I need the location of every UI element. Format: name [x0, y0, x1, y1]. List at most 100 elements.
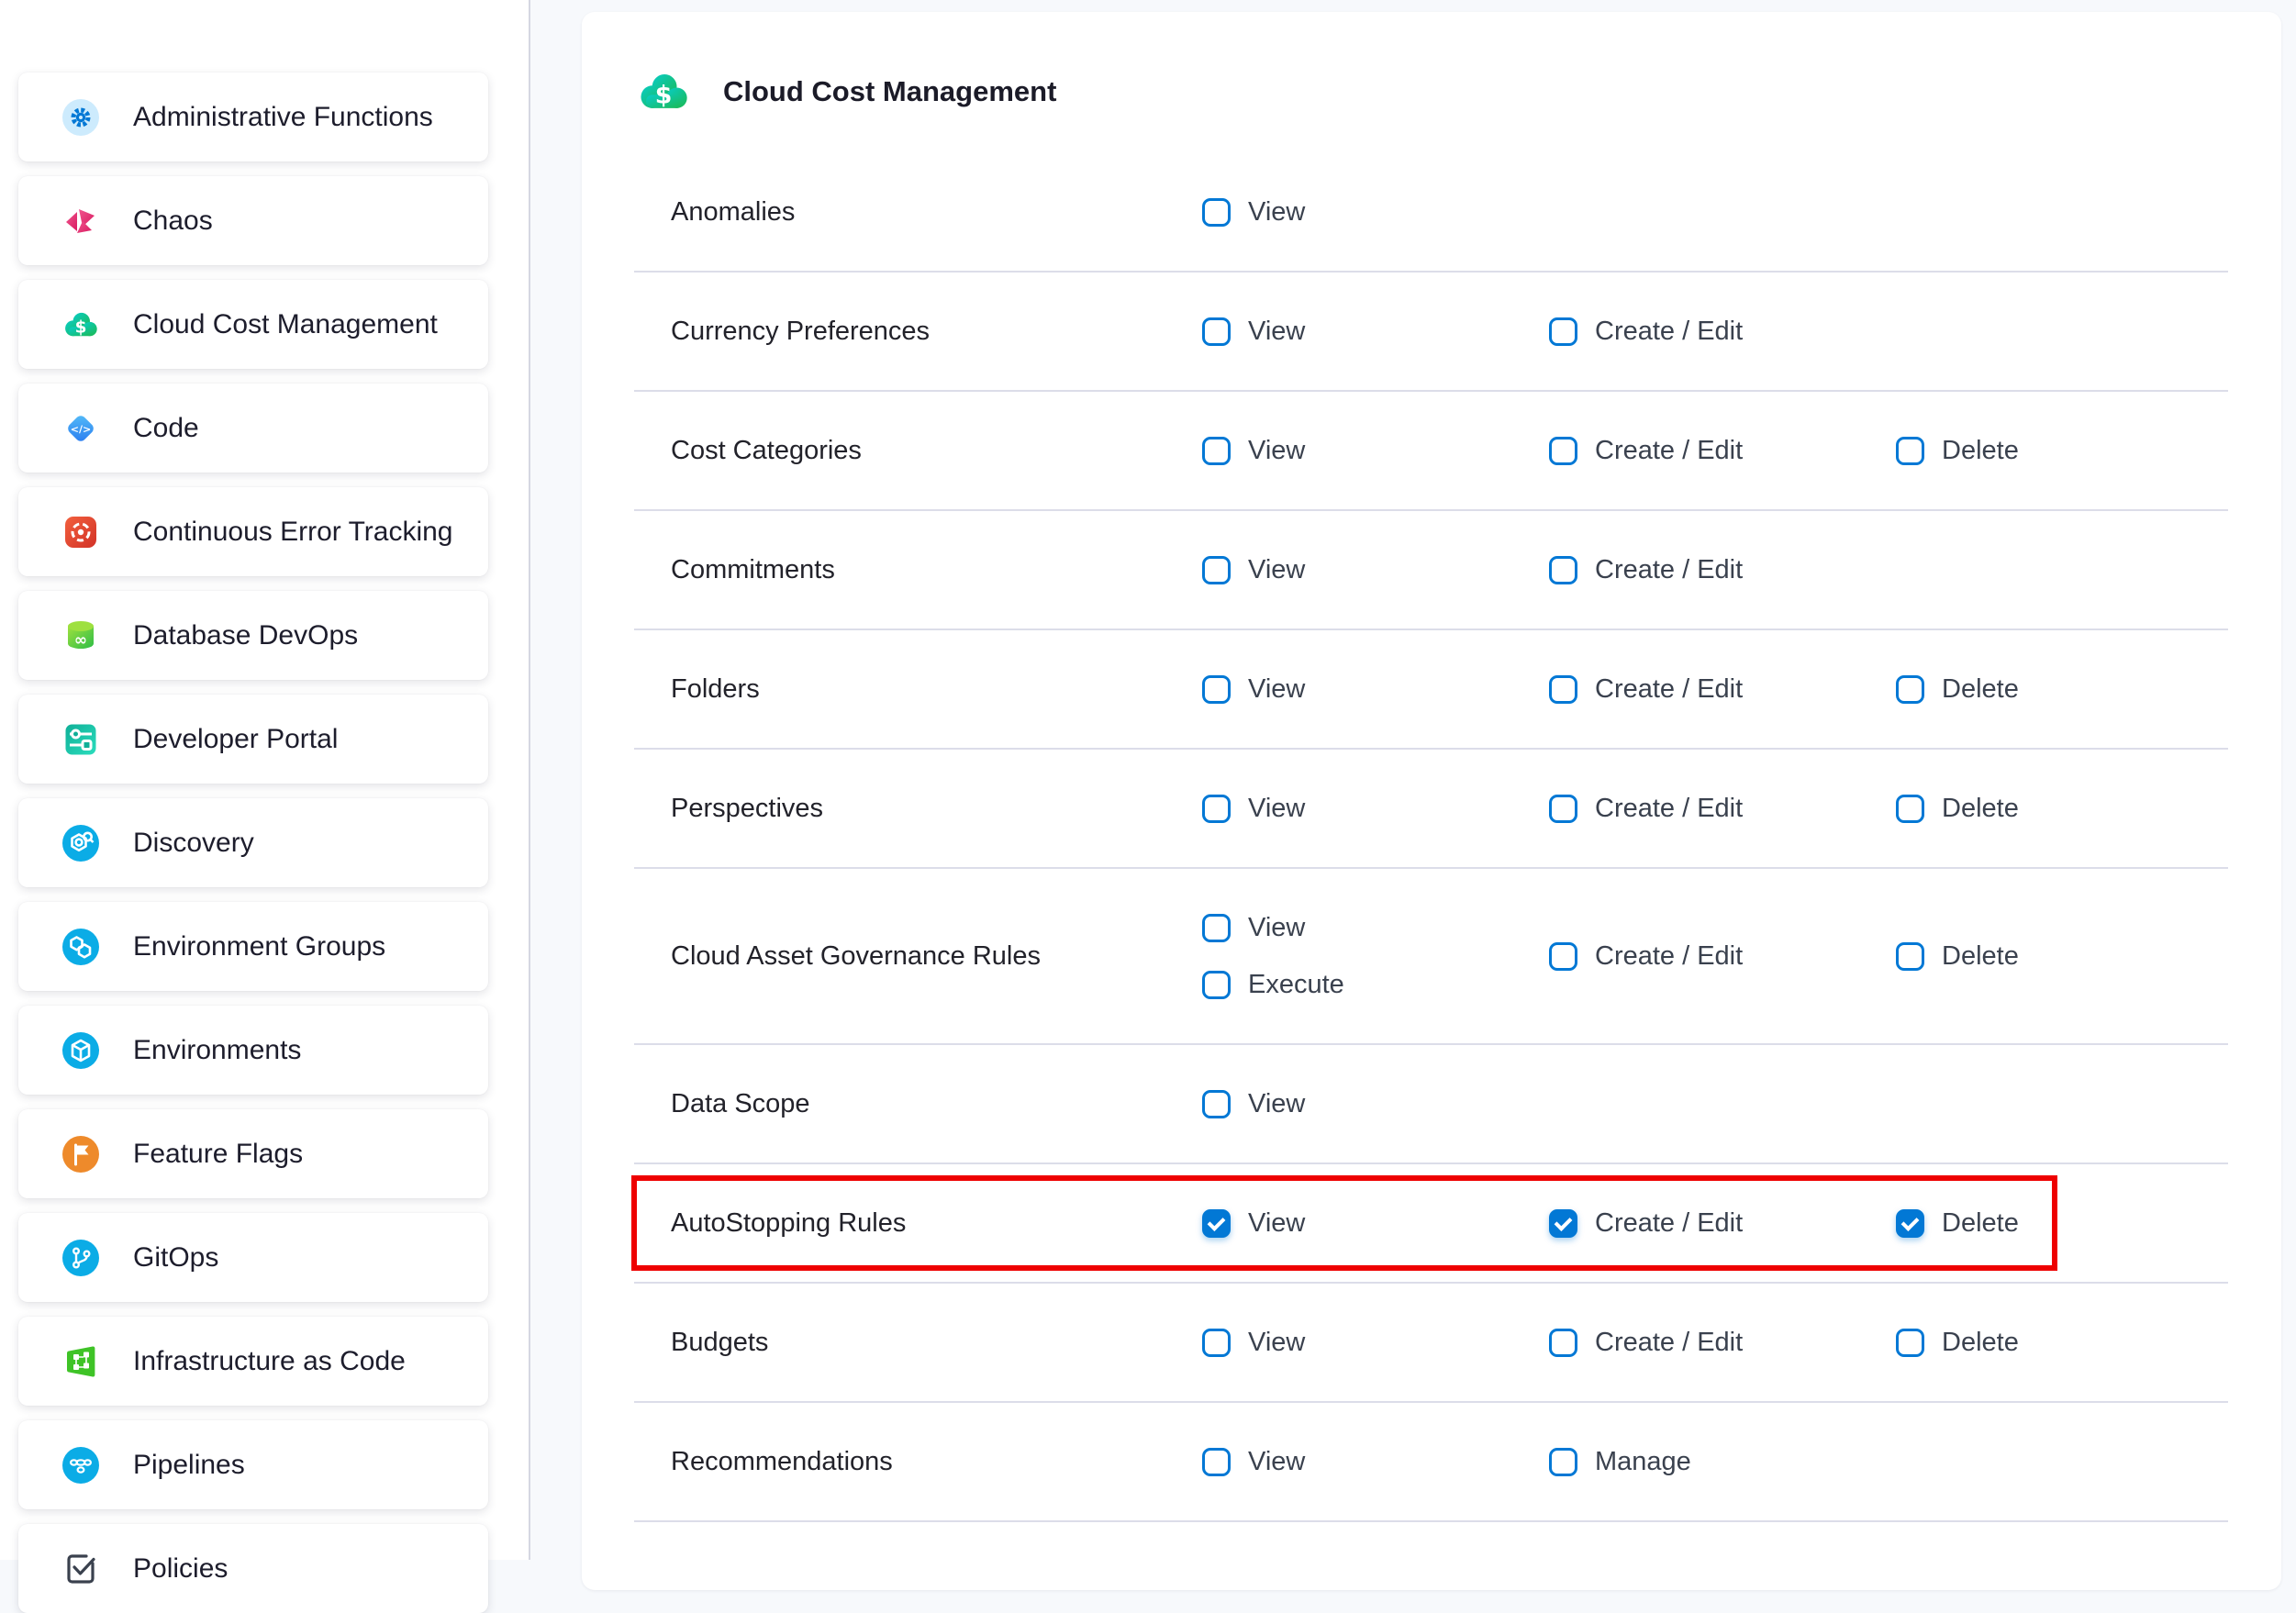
permission-label: View: [1248, 1447, 1305, 1477]
sidebar-item-label: Pipelines: [133, 1450, 245, 1481]
permission-item: Delete: [1896, 422, 2243, 479]
permission-item: Delete: [1896, 1314, 2243, 1371]
permission-column-2: Delete: [1896, 1314, 2243, 1371]
permission-label: Create / Edit: [1595, 317, 1743, 347]
checkbox-view[interactable]: [1202, 1448, 1231, 1476]
permission-column-2: Delete: [1896, 899, 2243, 1013]
sidebar-item-continuous-error-tracking[interactable]: Continuous Error Tracking: [18, 487, 488, 576]
sidebar-item-label: Cloud Cost Management: [133, 309, 438, 340]
checkbox-delete[interactable]: [1896, 1329, 1924, 1357]
checkbox-view-checked[interactable]: [1202, 1209, 1231, 1238]
checkbox-view[interactable]: [1202, 795, 1231, 823]
permission-label: Create / Edit: [1595, 674, 1743, 705]
permission-label: Create / Edit: [1595, 941, 1743, 972]
checkbox-view[interactable]: [1202, 556, 1231, 584]
sliders-icon: [62, 721, 99, 758]
circuit-flag-icon: [62, 1343, 99, 1380]
page-title: Cloud Cost Management: [723, 75, 1056, 108]
checkbox-delete-checked[interactable]: [1896, 1209, 1924, 1238]
permission-label: Create / Edit: [1595, 555, 1743, 585]
permission-item: Manage: [1549, 1433, 1896, 1490]
permission-column-2: Delete: [1896, 422, 2243, 479]
checkbox-view[interactable]: [1202, 437, 1231, 465]
permission-column-1: Create / Edit: [1549, 1195, 1896, 1251]
permission-item: Execute: [1202, 956, 1549, 1013]
permission-column-1: Create / Edit: [1549, 1314, 1896, 1371]
permission-item: Create / Edit: [1549, 780, 1896, 837]
permission-column-1: [1549, 184, 1896, 240]
checkbox-delete[interactable]: [1896, 437, 1924, 465]
permission-column-1: Create / Edit: [1549, 661, 1896, 718]
permission-label: Delete: [1942, 941, 2019, 972]
sidebar-item-label: Infrastructure as Code: [133, 1346, 406, 1377]
checkbox-create-edit[interactable]: [1549, 795, 1577, 823]
checkbox-manage[interactable]: [1549, 1448, 1577, 1476]
permission-item: Create / Edit: [1549, 541, 1896, 598]
panel-header: $ Cloud Cost Management: [582, 12, 2281, 153]
sidebar-item-discovery[interactable]: Discovery: [18, 798, 488, 887]
permission-label: View: [1248, 794, 1305, 824]
checkbox-view[interactable]: [1202, 317, 1231, 346]
checkbox-view[interactable]: [1202, 675, 1231, 704]
sidebar-item-label: Discovery: [133, 828, 254, 859]
sidebar-item-feature-flags[interactable]: Feature Flags: [18, 1109, 488, 1198]
sidebar-item-gitops[interactable]: GitOps: [18, 1213, 488, 1302]
checkbox-delete[interactable]: [1896, 942, 1924, 971]
sidebar-item-label: Database DevOps: [133, 620, 358, 651]
permission-label: View: [1248, 1089, 1305, 1119]
permission-column-2: Delete: [1896, 661, 2243, 718]
permission-item: Create / Edit: [1549, 1195, 1896, 1251]
permission-column-0: View: [1202, 1314, 1549, 1371]
checkbox-create-edit[interactable]: [1549, 437, 1577, 465]
permission-column-2: [1896, 184, 2243, 240]
checkbox-execute[interactable]: [1202, 971, 1231, 999]
checkbox-delete[interactable]: [1896, 675, 1924, 704]
permission-label: View: [1248, 1328, 1305, 1358]
checkbox-create-edit[interactable]: [1549, 556, 1577, 584]
sidebar-item-environment-groups[interactable]: Environment Groups: [18, 902, 488, 991]
permission-label: View: [1248, 913, 1305, 943]
permission-column-0: View: [1202, 422, 1549, 479]
checkbox-create-edit[interactable]: [1549, 942, 1577, 971]
permission-item: View: [1202, 184, 1549, 240]
checkbox-view[interactable]: [1202, 914, 1231, 942]
resource-label: Folders: [634, 661, 1202, 718]
checkbox-view[interactable]: [1202, 1090, 1231, 1118]
permission-item: Delete: [1896, 1195, 2243, 1251]
sidebar-item-developer-portal[interactable]: Developer Portal: [18, 695, 488, 784]
checkbox-create-edit[interactable]: [1549, 675, 1577, 704]
cloud-dollar-icon: $: [637, 71, 690, 113]
checkbox-create-edit[interactable]: [1549, 317, 1577, 346]
permission-column-2: [1896, 303, 2243, 360]
sidebar-item-database-devops[interactable]: ∞Database DevOps: [18, 591, 488, 680]
sidebar-item-code[interactable]: </> Code: [18, 384, 488, 473]
checkbox-create-edit-checked[interactable]: [1549, 1209, 1577, 1238]
checkbox-view[interactable]: [1202, 198, 1231, 227]
sidebar-item-infrastructure-as-code[interactable]: Infrastructure as Code: [18, 1317, 488, 1406]
sidebar-item-cloud-cost-management[interactable]: $Cloud Cost Management: [18, 280, 488, 369]
checkbox-view[interactable]: [1202, 1329, 1231, 1357]
permission-column-0: View: [1202, 1195, 1549, 1251]
permission-row-recommendations: RecommendationsViewManage: [634, 1403, 2228, 1522]
sidebar-item-chaos[interactable]: Chaos: [18, 176, 488, 265]
flag-icon: [62, 1136, 99, 1173]
permission-row-folders: FoldersViewCreate / EditDelete: [634, 630, 2228, 750]
hexagons-icon: [62, 929, 99, 965]
permission-label: Create / Edit: [1595, 1208, 1743, 1239]
sidebar-item-environments[interactable]: Environments: [18, 1006, 488, 1095]
checkbox-create-edit[interactable]: [1549, 1329, 1577, 1357]
sidebar-item-pipelines[interactable]: Pipelines: [18, 1420, 488, 1509]
permission-column-1: Create / Edit: [1549, 303, 1896, 360]
git-branch-icon: [62, 1240, 99, 1276]
permission-item: View: [1202, 1075, 1549, 1132]
code-diamond-icon: </>: [62, 410, 99, 447]
sidebar-item-label: Code: [133, 413, 199, 444]
checkbox-delete[interactable]: [1896, 795, 1924, 823]
permission-item: Delete: [1896, 661, 2243, 718]
permission-column-0: View: [1202, 1075, 1549, 1132]
permission-column-0: View: [1202, 661, 1549, 718]
sidebar-item-label: Administrative Functions: [133, 102, 433, 133]
sidebar-item-policies[interactable]: Policies: [18, 1524, 488, 1613]
sidebar-item-administrative-functions[interactable]: Administrative Functions: [18, 72, 488, 161]
permission-item: Create / Edit: [1549, 303, 1896, 360]
